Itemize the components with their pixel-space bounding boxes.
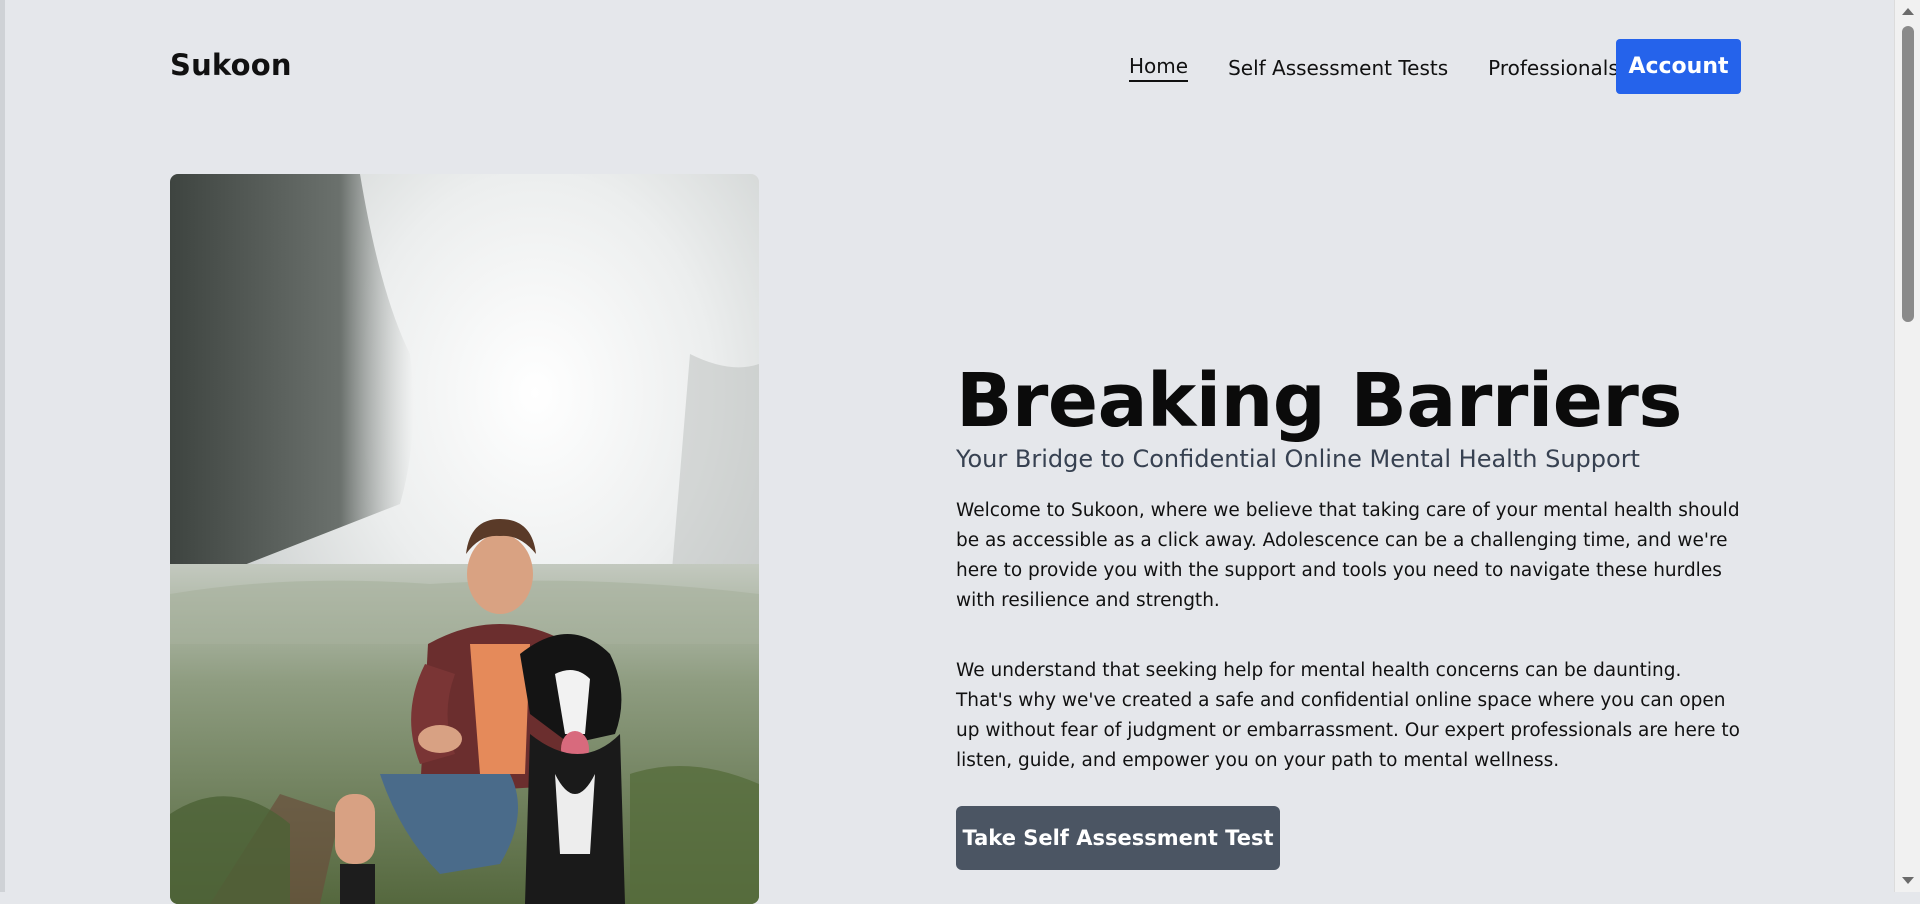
hero-section: Breaking Barriers Your Bridge to Confide…: [956, 358, 1742, 870]
vertical-scrollbar[interactable]: [1894, 0, 1920, 892]
nav-home[interactable]: Home: [1129, 54, 1189, 82]
hero-image: [170, 174, 759, 904]
hero-title: Breaking Barriers: [956, 358, 1682, 444]
brand-logo[interactable]: Sukoon: [170, 48, 292, 82]
hero-photo-man-with-dog: [170, 174, 759, 904]
page: Sukoon Home Self Assessment Tests Profes…: [0, 0, 1920, 904]
account-button[interactable]: Account: [1616, 39, 1741, 94]
take-self-assessment-button[interactable]: Take Self Assessment Test: [956, 806, 1280, 870]
hero-subtitle: Your Bridge to Confidential Online Menta…: [956, 445, 1640, 473]
nav-self-assessment-tests[interactable]: Self Assessment Tests: [1228, 56, 1448, 80]
hero-paragraph-2: We understand that seeking help for ment…: [956, 660, 1740, 771]
hero-paragraph-1: Welcome to Sukoon, where we believe that…: [956, 500, 1740, 611]
scrollbar-thumb[interactable]: [1902, 26, 1914, 322]
main-nav: Home Self Assessment Tests Professionals: [1129, 54, 1659, 82]
scroll-up-arrow-icon[interactable]: [1902, 8, 1914, 15]
nav-professionals[interactable]: Professionals: [1488, 56, 1619, 80]
scroll-down-arrow-icon[interactable]: [1902, 877, 1914, 884]
